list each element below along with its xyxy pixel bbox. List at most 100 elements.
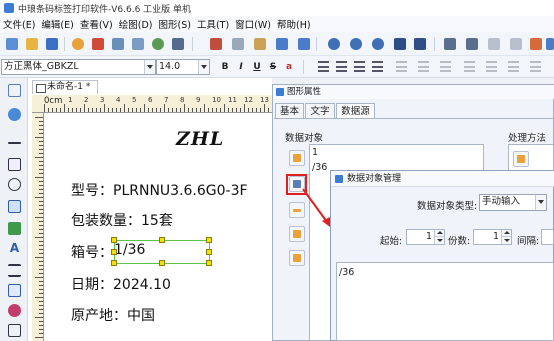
new-file-icon[interactable]	[6, 38, 18, 50]
lock-icon[interactable]	[530, 38, 542, 50]
spin-down-icon[interactable]	[501, 237, 511, 244]
table-tool-icon[interactable]	[8, 324, 21, 337]
menu-file[interactable]: 文件(E)	[3, 17, 35, 31]
menu-edit[interactable]: 编辑(E)	[41, 17, 73, 31]
resize-handle[interactable]	[206, 260, 212, 266]
label-origin-text[interactable]: 原产地：中国	[71, 305, 155, 325]
zoom-fit-icon[interactable]	[372, 38, 384, 50]
arrange-icon[interactable]	[510, 38, 522, 50]
list-item[interactable]: /36	[312, 162, 327, 173]
spin-up-icon[interactable]	[501, 230, 511, 237]
label-quantity-text[interactable]: 包装数量：15套	[71, 210, 173, 230]
vertical-align-top-icon[interactable]	[396, 61, 407, 72]
barcode-tool-icon[interactable]	[8, 264, 21, 277]
more-icon[interactable]	[546, 38, 554, 50]
line-spacing-icon[interactable]	[486, 61, 497, 72]
chevron-down-icon[interactable]	[144, 60, 155, 74]
text-wrap-icon[interactable]	[530, 61, 541, 72]
selection-box[interactable]	[111, 237, 212, 266]
pan-icon[interactable]	[8, 108, 21, 121]
align-left-icon[interactable]	[318, 61, 329, 72]
ungroup-icon[interactable]	[466, 38, 478, 50]
tab-basic[interactable]: 基本	[275, 103, 304, 119]
resize-handle[interactable]	[111, 237, 117, 243]
align-right-icon[interactable]	[354, 61, 365, 72]
print-icon[interactable]	[92, 38, 104, 50]
spin-up-icon[interactable]	[434, 230, 444, 237]
copies-spinner[interactable]: 1	[473, 229, 512, 245]
undo-icon[interactable]	[276, 38, 288, 50]
underline-button[interactable]: U	[250, 60, 264, 74]
settings-gear-icon[interactable]	[72, 38, 84, 50]
zoom-in-icon[interactable]	[328, 38, 340, 50]
zoom-actual-icon[interactable]	[414, 38, 426, 50]
align-center-icon[interactable]	[336, 61, 347, 72]
menu-tools[interactable]: 工具(T)	[197, 17, 229, 31]
label-model-text[interactable]: 型号：PLRNNU3.6.6G0-3F	[71, 180, 248, 200]
resize-handle[interactable]	[206, 249, 212, 255]
interval-spinner[interactable]	[541, 229, 554, 245]
paste-icon[interactable]	[254, 38, 266, 50]
font-name-select[interactable]: 方正黑体_GBKZL	[1, 59, 156, 75]
resize-handle[interactable]	[206, 237, 212, 243]
char-spacing-icon[interactable]	[508, 61, 519, 72]
rectangle-tool-icon[interactable]	[8, 158, 21, 171]
italic-button[interactable]: I	[234, 60, 248, 74]
rounded-rect-tool-icon[interactable]	[8, 200, 21, 213]
menu-window[interactable]: 窗口(W)	[235, 17, 271, 31]
print-preview-icon[interactable]	[112, 38, 124, 50]
document-tab[interactable]: 未命名-1 *	[32, 80, 98, 94]
tab-data-source[interactable]: 数据源	[336, 103, 375, 119]
text-direction-icon[interactable]	[464, 61, 475, 72]
strikethrough-button[interactable]: S	[266, 60, 280, 74]
database-icon[interactable]	[132, 38, 144, 50]
subscript-button[interactable]: a	[282, 60, 296, 74]
cut-icon[interactable]	[210, 38, 222, 50]
list-item[interactable]: 1	[312, 147, 318, 158]
menu-help[interactable]: 帮助(H)	[277, 17, 311, 31]
align-justify-icon[interactable]	[372, 61, 383, 72]
label-date-text[interactable]: 日期：2024.10	[71, 274, 171, 294]
data-content-textarea[interactable]: /36	[336, 262, 554, 341]
add-data-button[interactable]	[289, 150, 305, 166]
zoom-page-icon[interactable]	[394, 38, 406, 50]
zoom-out-icon[interactable]	[350, 38, 362, 50]
web-icon[interactable]	[152, 38, 164, 50]
save-icon[interactable]	[46, 38, 58, 50]
group-icon[interactable]	[444, 38, 456, 50]
align-grid-icon[interactable]	[488, 38, 500, 50]
add-method-button[interactable]	[513, 151, 529, 167]
line-tool-icon[interactable]	[8, 142, 21, 144]
bold-button[interactable]: B	[218, 60, 232, 74]
data-type-select[interactable]: 手动输入	[479, 194, 547, 211]
resize-handle[interactable]	[159, 237, 165, 243]
shape-tool-icon[interactable]	[8, 304, 21, 317]
spin-down-icon[interactable]	[434, 237, 444, 244]
select-pointer-icon[interactable]	[8, 84, 21, 97]
menu-draw[interactable]: 绘图(D)	[119, 17, 153, 31]
open-folder-icon[interactable]	[26, 38, 38, 50]
resize-handle[interactable]	[111, 260, 117, 266]
image-tool-icon[interactable]	[8, 222, 21, 235]
font-size-select[interactable]: 14.0	[156, 59, 210, 75]
copy-icon[interactable]	[232, 38, 244, 50]
menu-view[interactable]: 查看(V)	[80, 17, 113, 31]
label-box-prefix-text[interactable]: 箱号：	[71, 242, 113, 262]
vertical-align-bottom-icon[interactable]	[440, 61, 451, 72]
chevron-down-icon[interactable]	[535, 195, 546, 210]
chevron-down-icon[interactable]	[198, 60, 209, 74]
menu-shape[interactable]: 图形(S)	[159, 17, 191, 31]
start-spinner[interactable]: 1	[406, 229, 445, 245]
grid-icon[interactable]	[172, 38, 184, 50]
resize-handle[interactable]	[159, 260, 165, 266]
drawing-toolbar: A	[0, 78, 28, 341]
text-tool-icon[interactable]: A	[8, 242, 21, 255]
vertical-align-middle-icon[interactable]	[418, 61, 429, 72]
move-down-button[interactable]	[289, 250, 305, 266]
redo-icon[interactable]	[298, 38, 310, 50]
tab-text[interactable]: 文字	[305, 103, 335, 119]
qrcode-tool-icon[interactable]	[8, 284, 21, 297]
ellipse-tool-icon[interactable]	[8, 178, 21, 191]
label-brand-text[interactable]: ZHL	[176, 128, 224, 150]
resize-handle[interactable]	[111, 249, 117, 255]
